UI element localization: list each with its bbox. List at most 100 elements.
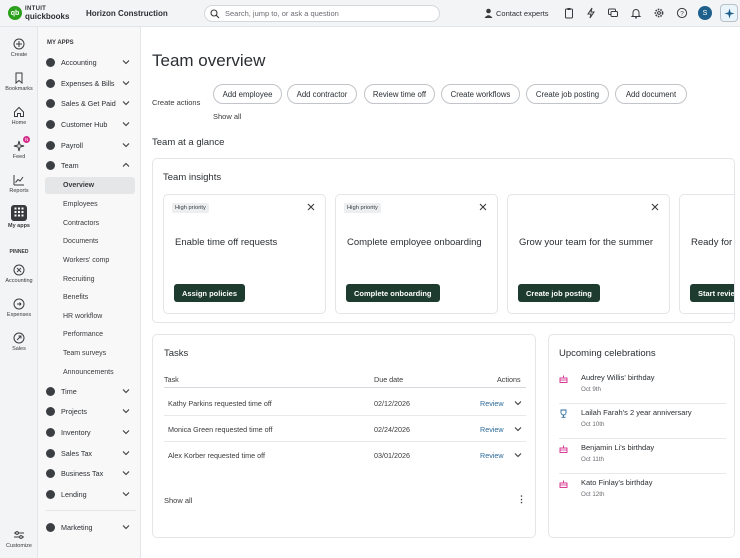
insight-text: Complete employee onboarding xyxy=(347,237,482,248)
nav-team-label: Team xyxy=(61,160,79,170)
search-input[interactable] xyxy=(225,9,425,18)
rail-reports[interactable]: Reports xyxy=(0,174,38,194)
svg-text:?: ? xyxy=(680,10,684,17)
rail-pinned-sales[interactable]: Sales xyxy=(0,332,38,352)
review-button[interactable]: Review xyxy=(480,451,504,460)
celebration-date: Oct 11th xyxy=(581,456,604,463)
help-icon[interactable]: ? xyxy=(676,7,688,19)
table-row: Monica Green requested time off 02/24/20… xyxy=(164,416,526,442)
nav-team-hr-workflow[interactable]: HR workflow xyxy=(45,308,135,325)
nav-customer-hub[interactable]: Customer Hub xyxy=(46,116,136,132)
nav-team-surveys[interactable]: Team surveys xyxy=(45,345,135,362)
create-job-posting-button[interactable]: Create job posting xyxy=(526,84,609,104)
rail-home-label: Home xyxy=(11,120,27,126)
nav-team-contractors[interactable]: Contractors xyxy=(45,215,135,232)
nav-customer-hub-label: Customer Hub xyxy=(61,119,108,129)
rail-customize[interactable]: Customize xyxy=(0,529,38,549)
chevron-down-icon xyxy=(122,525,130,530)
rail-expenses-label: Expenses xyxy=(6,312,32,318)
nav-team-documents[interactable]: Documents xyxy=(45,233,135,250)
add-contractor-button[interactable]: Add contractor xyxy=(287,84,357,104)
nav-team-overview[interactable]: Overview xyxy=(45,177,135,194)
actions-column-header: Actions xyxy=(497,375,521,384)
nav-team-recruiting[interactable]: Recruiting xyxy=(45,271,135,288)
chevron-down-icon[interactable] xyxy=(514,451,522,459)
rail-feed[interactable]: N Feed xyxy=(0,136,38,160)
nav-team[interactable]: Team xyxy=(46,157,136,173)
gear-icon[interactable] xyxy=(653,7,665,19)
review-button[interactable]: Review xyxy=(480,425,504,434)
rail-pinned-expenses[interactable]: Expenses xyxy=(0,298,38,318)
create-workflows-button[interactable]: Create workflows xyxy=(441,84,520,104)
review-time-off-button[interactable]: Review time off xyxy=(364,84,435,104)
rail-bookmarks[interactable]: Bookmarks xyxy=(0,72,38,92)
nav-team-announcements[interactable]: Announcements xyxy=(45,364,135,381)
assign-policies-button[interactable]: Assign policies xyxy=(174,284,246,302)
nav-time-label: Time xyxy=(61,386,77,396)
rail-my-apps[interactable]: My apps xyxy=(0,205,38,229)
chevron-down-icon xyxy=(122,471,130,476)
company-name[interactable]: Horizon Construction xyxy=(86,9,168,18)
main-content: Team overview Create actions Add employe… xyxy=(142,27,740,558)
nav-expenses-bills[interactable]: Expenses & Bills xyxy=(46,75,136,91)
chevron-down-icon xyxy=(122,101,130,106)
team-insights-title: Team insights xyxy=(163,172,222,183)
rail-home[interactable]: Home xyxy=(0,106,38,126)
nav-projects[interactable]: Projects xyxy=(46,403,136,419)
nav-inventory[interactable]: Inventory xyxy=(46,424,136,440)
nav-marketing[interactable]: Marketing xyxy=(46,519,136,535)
nav-time[interactable]: Time xyxy=(46,383,136,399)
nav-accounting[interactable]: Accounting xyxy=(46,54,136,70)
review-button[interactable]: Review xyxy=(480,399,504,408)
start-review-button[interactable]: Start review xyxy=(690,284,734,302)
close-icon[interactable] xyxy=(651,203,659,211)
show-all-tasks-link[interactable]: Show all xyxy=(164,496,192,505)
clipboard-icon[interactable] xyxy=(563,7,575,19)
show-all-actions-link[interactable]: Show all xyxy=(213,112,241,121)
list-item: Audrey Willis' birthday Oct 9th xyxy=(559,369,726,404)
quickbooks-logo[interactable]: qb INTUIT quickbooks xyxy=(8,6,69,21)
list-item: Kato Finlay's birthday Oct 12th xyxy=(559,474,726,509)
celebrations-title: Upcoming celebrations xyxy=(559,348,656,359)
priority-badge: High priority xyxy=(344,203,381,213)
home-icon xyxy=(14,106,24,117)
chevron-down-icon xyxy=(122,451,130,456)
add-employee-button[interactable]: Add employee xyxy=(213,84,282,104)
contact-experts-button[interactable]: Contact experts xyxy=(484,8,549,18)
nav-lending[interactable]: Lending xyxy=(46,486,136,502)
sales-tax-app-icon xyxy=(46,448,55,458)
search-bar[interactable] xyxy=(204,5,440,22)
chevron-down-icon xyxy=(122,143,130,148)
chevron-down-icon[interactable] xyxy=(514,425,522,433)
nav-inventory-label: Inventory xyxy=(61,427,91,437)
search-icon xyxy=(210,8,220,18)
chevron-down-icon xyxy=(122,409,130,414)
bell-icon[interactable] xyxy=(630,7,642,19)
avatar[interactable]: S xyxy=(698,6,712,20)
insight-text: Grow your team for the summer xyxy=(519,237,654,248)
nav-team-benefits[interactable]: Benefits xyxy=(45,289,135,306)
app-launcher-button[interactable] xyxy=(720,4,738,22)
team-at-a-glance-heading: Team at a glance xyxy=(152,137,225,148)
lending-app-icon xyxy=(46,489,55,499)
chevron-down-icon[interactable] xyxy=(514,399,522,407)
lightning-icon[interactable] xyxy=(585,7,597,19)
nav-team-employees[interactable]: Employees xyxy=(45,196,135,213)
nav-team-performance[interactable]: Performance xyxy=(45,326,135,343)
contact-experts-icon xyxy=(484,8,493,18)
close-icon[interactable] xyxy=(479,203,487,211)
add-document-button[interactable]: Add document xyxy=(615,84,687,104)
rail-create[interactable]: Create xyxy=(0,38,38,58)
rail-pinned-accounting[interactable]: Accounting xyxy=(0,264,38,284)
create-job-posting-card-button[interactable]: Create job posting xyxy=(518,284,600,302)
complete-onboarding-button[interactable]: Complete onboarding xyxy=(346,284,440,302)
more-options-icon[interactable]: ⋮ xyxy=(517,494,526,505)
nav-team-workers-comp[interactable]: Workers' comp xyxy=(45,252,135,269)
nav-sales-get-paid[interactable]: Sales & Get Paid xyxy=(46,95,136,111)
nav-payroll[interactable]: Payroll xyxy=(46,137,136,153)
chat-icon[interactable] xyxy=(607,7,619,19)
icon-rail: Create Bookmarks Home N Feed Reports My … xyxy=(0,27,38,558)
nav-sales-tax[interactable]: Sales Tax xyxy=(46,445,136,461)
nav-business-tax[interactable]: Business Tax xyxy=(46,465,136,481)
close-icon[interactable] xyxy=(307,203,315,211)
